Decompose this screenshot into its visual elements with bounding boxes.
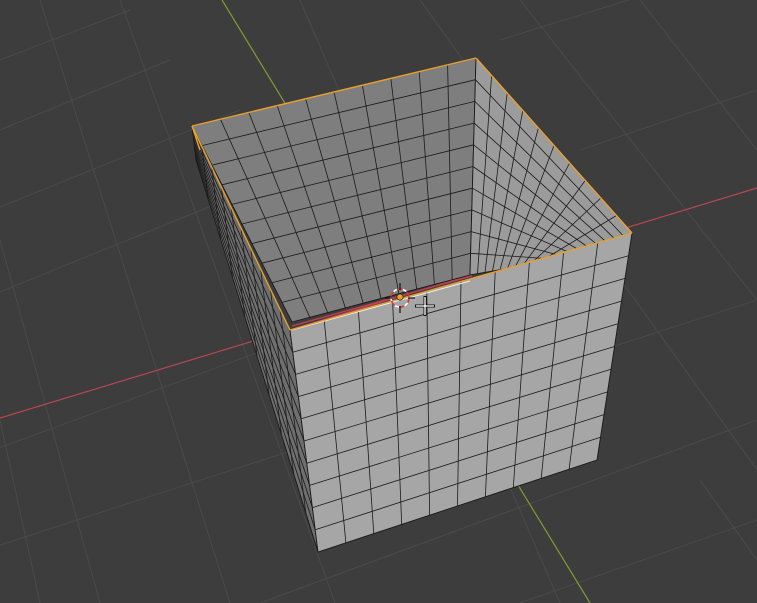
grid-line <box>699 479 757 561</box>
grid-line <box>0 59 171 131</box>
3d-viewport[interactable] <box>0 0 757 603</box>
viewport-canvas[interactable] <box>0 0 757 603</box>
grid-line <box>519 519 757 603</box>
origin-dot <box>396 293 404 301</box>
grid-line <box>39 0 231 603</box>
object-origin-icon <box>396 293 404 301</box>
grid-line <box>0 419 41 603</box>
cube-mesh[interactable] <box>191 56 633 553</box>
grid-line <box>0 239 101 603</box>
grid-line <box>499 0 631 41</box>
grid-line <box>0 9 131 61</box>
grid-line <box>639 0 757 151</box>
grid-line <box>579 89 757 151</box>
